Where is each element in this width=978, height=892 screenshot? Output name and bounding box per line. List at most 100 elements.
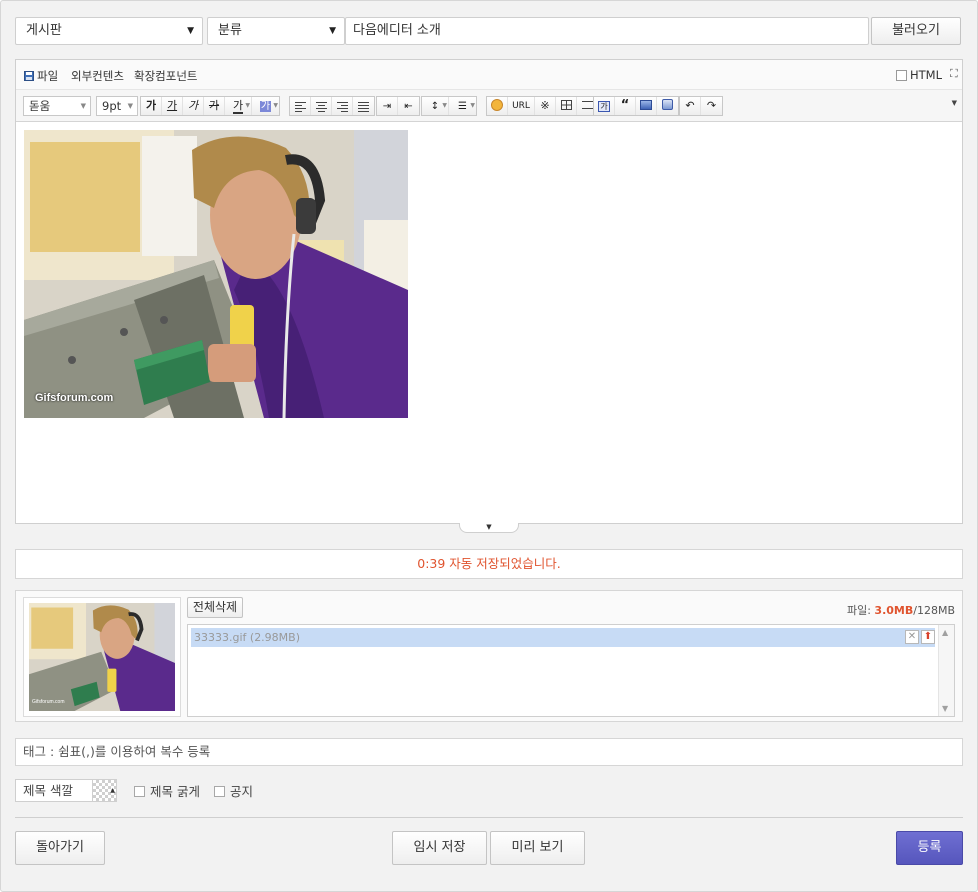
highlight-button[interactable]: 가 ▼ bbox=[252, 97, 279, 115]
editor-resize-bar[interactable]: ▼ bbox=[15, 523, 963, 533]
text-box-icon: 가 bbox=[598, 101, 610, 112]
html-toggle[interactable]: HTML bbox=[896, 68, 942, 82]
notice-checkbox[interactable]: 공지 bbox=[214, 781, 253, 800]
align-justify-button[interactable] bbox=[353, 97, 374, 115]
load-button[interactable]: 불러오기 bbox=[871, 17, 961, 45]
autosave-notice: 0:39 자동 저장되었습니다. bbox=[15, 549, 963, 579]
indent-button[interactable]: ⇥ bbox=[377, 97, 398, 115]
title-color-picker[interactable]: 제목 색깔 ▲ bbox=[15, 779, 117, 802]
outdent-icon: ⇤ bbox=[404, 101, 413, 112]
align-left-button[interactable] bbox=[290, 97, 311, 115]
text-style-group: 가 가 가 가 가 ▼ 가 ▼ bbox=[140, 96, 280, 116]
toolbar-expand-icon[interactable]: ▼ bbox=[952, 99, 957, 107]
attachment-filename: 33333.gif (2.98MB) bbox=[194, 631, 301, 644]
inserted-gif-image[interactable]: Gifsforum.com bbox=[24, 130, 408, 418]
editor-toolbar: 돋움 ▼ 9pt ▼ 가 가 가 가 가 ▼ 가 ▼ ⇥ ⇤ ↕ ▼ ☰ ▼ U… bbox=[16, 90, 962, 122]
link-button[interactable]: URL bbox=[508, 97, 535, 115]
resize-handle-icon[interactable]: ▼ bbox=[459, 523, 519, 533]
list-icon: ☰ bbox=[458, 101, 467, 112]
gif-frame-illustration bbox=[24, 130, 408, 418]
strikethrough-button[interactable]: 가 bbox=[204, 97, 225, 115]
undo-button[interactable]: ↶ bbox=[680, 97, 701, 115]
insert-group: URL ※ bbox=[486, 96, 599, 116]
quota-used: 3.0MB bbox=[874, 604, 914, 617]
chevron-down-icon: ▼ bbox=[442, 102, 447, 109]
html-checkbox[interactable] bbox=[896, 70, 907, 81]
special-char-button[interactable]: ※ bbox=[535, 97, 556, 115]
outdent-button[interactable]: ⇤ bbox=[398, 97, 419, 115]
title-input[interactable]: 다음에디터 소개 bbox=[345, 17, 869, 45]
font-color-glyph: 가 bbox=[232, 99, 244, 114]
font-color-button[interactable]: 가 ▼ bbox=[225, 97, 252, 115]
insert-file-icon[interactable]: ⬆ bbox=[921, 630, 935, 644]
tag-input[interactable]: 태그 : 쉼표(,)를 이용하여 복수 등록 bbox=[15, 738, 963, 766]
floppy-icon bbox=[24, 71, 34, 81]
board-select-label: 게시판 bbox=[26, 23, 62, 38]
underline-button[interactable]: 가 bbox=[162, 97, 183, 115]
quote-icon: “ bbox=[620, 98, 630, 113]
attachment-list-scrollbar[interactable]: ▲ ▼ bbox=[938, 625, 954, 716]
rich-text-editor: 파일 외부컨텐츠 확장컴포넌트 HTML ⛶ 돋움 ▼ 9pt ▼ 가 가 가 가 … bbox=[15, 59, 963, 523]
fullscreen-icon[interactable]: ⛶ bbox=[950, 67, 958, 81]
font-family-value: 돋움 bbox=[29, 99, 51, 113]
link-label: URL bbox=[512, 101, 530, 111]
menu-file-label: 파일 bbox=[37, 69, 59, 83]
highlight-glyph: 가 bbox=[259, 101, 272, 112]
scroll-up-icon[interactable]: ▲ bbox=[942, 628, 948, 637]
attachment-list[interactable]: 33333.gif (2.98MB) ✕ ⬆ ▲ ▼ bbox=[187, 624, 955, 717]
history-group: ↶ ↷ bbox=[679, 96, 723, 116]
align-right-button[interactable] bbox=[332, 97, 353, 115]
chevron-down-icon: ▼ bbox=[80, 102, 86, 110]
temp-save-button[interactable]: 임시 저장 bbox=[392, 831, 487, 865]
chevron-down-icon: ▼ bbox=[273, 102, 278, 109]
italic-glyph: 가 bbox=[187, 99, 199, 112]
color-swatch[interactable]: ▲ bbox=[92, 780, 116, 801]
chevron-down-icon: ▼ bbox=[127, 102, 133, 110]
preview-button[interactable]: 미리 보기 bbox=[490, 831, 585, 865]
bold-title-box[interactable] bbox=[134, 786, 145, 797]
quota-total: /128MB bbox=[913, 604, 955, 617]
special-char-glyph: ※ bbox=[540, 99, 550, 112]
category-select[interactable]: 분류 ▼ bbox=[207, 17, 345, 45]
chevron-down-icon: ▼ bbox=[245, 102, 250, 109]
menu-extension[interactable]: 확장컴포넌트 bbox=[134, 68, 197, 84]
category-select-label: 분류 bbox=[218, 23, 242, 38]
quote-button[interactable]: “ bbox=[615, 97, 636, 115]
title-color-label: 제목 색깔 bbox=[23, 783, 73, 798]
board-select[interactable]: 게시판 ▼ bbox=[15, 17, 203, 45]
font-size-select[interactable]: 9pt ▼ bbox=[96, 96, 138, 116]
background-button[interactable] bbox=[636, 97, 657, 115]
notice-box[interactable] bbox=[214, 786, 225, 797]
list-button[interactable]: ☰ ▼ bbox=[449, 97, 476, 115]
back-button[interactable]: 돌아가기 bbox=[15, 831, 105, 865]
delete-all-button[interactable]: 전체삭제 bbox=[187, 597, 243, 618]
category-select-arrow-icon: ▼ bbox=[329, 26, 336, 36]
quota-label: 파일: bbox=[846, 604, 875, 617]
indent-group: ⇥ ⇤ bbox=[376, 96, 420, 116]
line-height-button[interactable]: ↕ ▼ bbox=[422, 97, 449, 115]
submit-button[interactable]: 등록 bbox=[896, 831, 963, 865]
thumbnail-image bbox=[29, 603, 175, 711]
menu-external[interactable]: 외부컨텐츠 bbox=[71, 68, 124, 84]
redo-button[interactable]: ↷ bbox=[701, 97, 722, 115]
align-center-button[interactable] bbox=[311, 97, 332, 115]
bold-title-checkbox[interactable]: 제목 굵게 bbox=[134, 781, 200, 800]
emoticon-button[interactable] bbox=[487, 97, 508, 115]
chevron-down-icon: ▼ bbox=[470, 102, 475, 109]
editor-canvas[interactable]: Gifsforum.com bbox=[16, 122, 962, 523]
spellcheck-icon bbox=[662, 99, 673, 110]
undo-icon: ↶ bbox=[685, 99, 695, 112]
write-form: 게시판 ▼ 분류 ▼ 다음에디터 소개 불러오기 파일 외부컨텐츠 확장컴포넌트… bbox=[0, 0, 978, 892]
font-family-select[interactable]: 돋움 ▼ bbox=[23, 96, 91, 116]
horizontal-rule-icon bbox=[582, 101, 593, 109]
attachment-row[interactable]: 33333.gif (2.98MB) ✕ ⬆ bbox=[191, 628, 935, 647]
gif-watermark: Gifsforum.com bbox=[35, 392, 114, 404]
remove-file-icon[interactable]: ✕ bbox=[905, 630, 919, 644]
italic-button[interactable]: 가 bbox=[183, 97, 204, 115]
table-button[interactable] bbox=[556, 97, 577, 115]
menu-file[interactable]: 파일 bbox=[24, 68, 58, 84]
text-box-button[interactable]: 가 bbox=[594, 97, 615, 115]
scroll-down-icon[interactable]: ▼ bbox=[942, 704, 948, 713]
spellcheck-button[interactable] bbox=[657, 97, 678, 115]
bold-button[interactable]: 가 bbox=[141, 97, 162, 115]
